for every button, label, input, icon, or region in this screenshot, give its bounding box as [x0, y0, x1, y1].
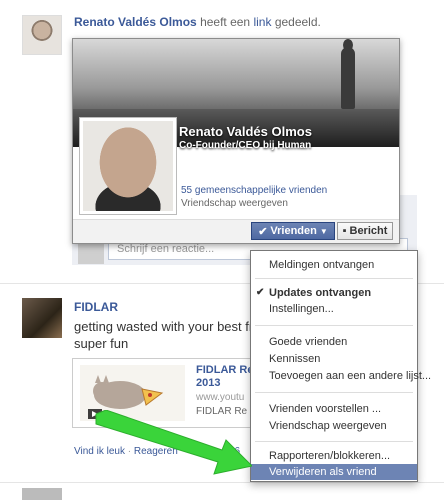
friends-button[interactable]: ✔ Vrienden ▼	[251, 222, 335, 240]
menu-item-label: Verwijderen als vriend	[269, 466, 377, 478]
message-button-label: Bericht	[349, 225, 388, 237]
mutual-friends-link[interactable]: 55 gemeenschappelijke vrienden	[181, 185, 327, 196]
avatar-fidlar[interactable]	[22, 298, 62, 338]
menu-item-label: Updates ontvangen	[269, 287, 372, 299]
next-avatar	[22, 488, 62, 500]
story-suffix: gedeeld.	[274, 15, 321, 29]
story-divider-2	[0, 482, 444, 483]
check-icon: ✔	[256, 287, 265, 298]
menu-item-acquaintances[interactable]: Kennissen	[251, 351, 417, 367]
menu-separator	[255, 392, 413, 393]
fidlar-author-link[interactable]: FIDLAR	[74, 300, 118, 314]
author-link[interactable]: Renato Valdés Olmos	[74, 15, 197, 29]
menu-item-settings[interactable]: Instellingen...	[251, 301, 417, 317]
avatar-renato[interactable]	[22, 15, 62, 55]
share-url: www.youtu	[196, 392, 245, 403]
menu-item-label: Instellingen...	[269, 303, 334, 315]
hovercard-job: Co-Founder/CEO bij Human	[179, 140, 312, 151]
link-link[interactable]: link	[253, 15, 271, 29]
menu-item-label: Vrienden voorstellen ...	[269, 403, 382, 415]
story-verb: heeft een	[200, 15, 251, 29]
menu-separator	[255, 278, 413, 279]
share-title[interactable]: FIDLAR Re 2013	[196, 364, 256, 390]
menu-item-updates[interactable]: ✔ Updates ontvangen	[251, 285, 417, 301]
speech-bubble-icon: ▪	[342, 225, 347, 237]
view-friendship-link[interactable]: Vriendschap weergeven	[181, 198, 288, 209]
menu-item-label: Toevoegen aan een andere lijst...	[269, 370, 432, 382]
menu-separator	[255, 441, 413, 442]
menu-item-unfriend[interactable]: Verwijderen als vriend	[251, 464, 417, 480]
profile-photo[interactable]	[79, 117, 177, 215]
menu-separator	[255, 325, 413, 326]
story-header: Renato Valdés Olmos heeft een link gedee…	[74, 15, 321, 29]
menu-item-report-block[interactable]: Rapporteren/blokkeren...	[251, 448, 417, 464]
menu-item-label: Kennissen	[269, 353, 321, 365]
friends-dropdown-menu: Meldingen ontvangen ✔ Updates ontvangen I…	[250, 250, 431, 482]
menu-item-suggest-friends[interactable]: Vrienden voorstellen ...	[251, 401, 417, 417]
menu-item-label: Meldingen ontvangen	[269, 259, 375, 271]
message-button[interactable]: ▪ Bericht	[337, 222, 393, 240]
menu-item-close-friends[interactable]: Goede vrienden	[251, 334, 417, 350]
menu-item-notifications[interactable]: Meldingen ontvangen	[251, 257, 417, 273]
check-icon: ✔	[258, 225, 268, 238]
post-message: getting wasted with your best fr super f…	[74, 319, 254, 351]
menu-item-view-friendship[interactable]: Vriendschap weergeven	[251, 418, 417, 434]
hovercard-name[interactable]: Renato Valdés Olmos	[179, 124, 312, 139]
profile-hovercard: Renato Valdés Olmos Co-Founder/CEO bij H…	[72, 38, 400, 244]
green-arrow-annotation	[95, 410, 252, 475]
menu-item-add-to-list[interactable]: Toevoegen aan een andere lijst...	[251, 368, 431, 384]
menu-item-label: Rapporteren/blokkeren...	[269, 450, 391, 462]
caret-down-icon: ▼	[319, 226, 328, 236]
friends-button-label: Vrienden	[270, 225, 317, 237]
menu-item-label: Goede vrienden	[269, 336, 348, 348]
menu-item-label: Vriendschap weergeven	[269, 420, 387, 432]
